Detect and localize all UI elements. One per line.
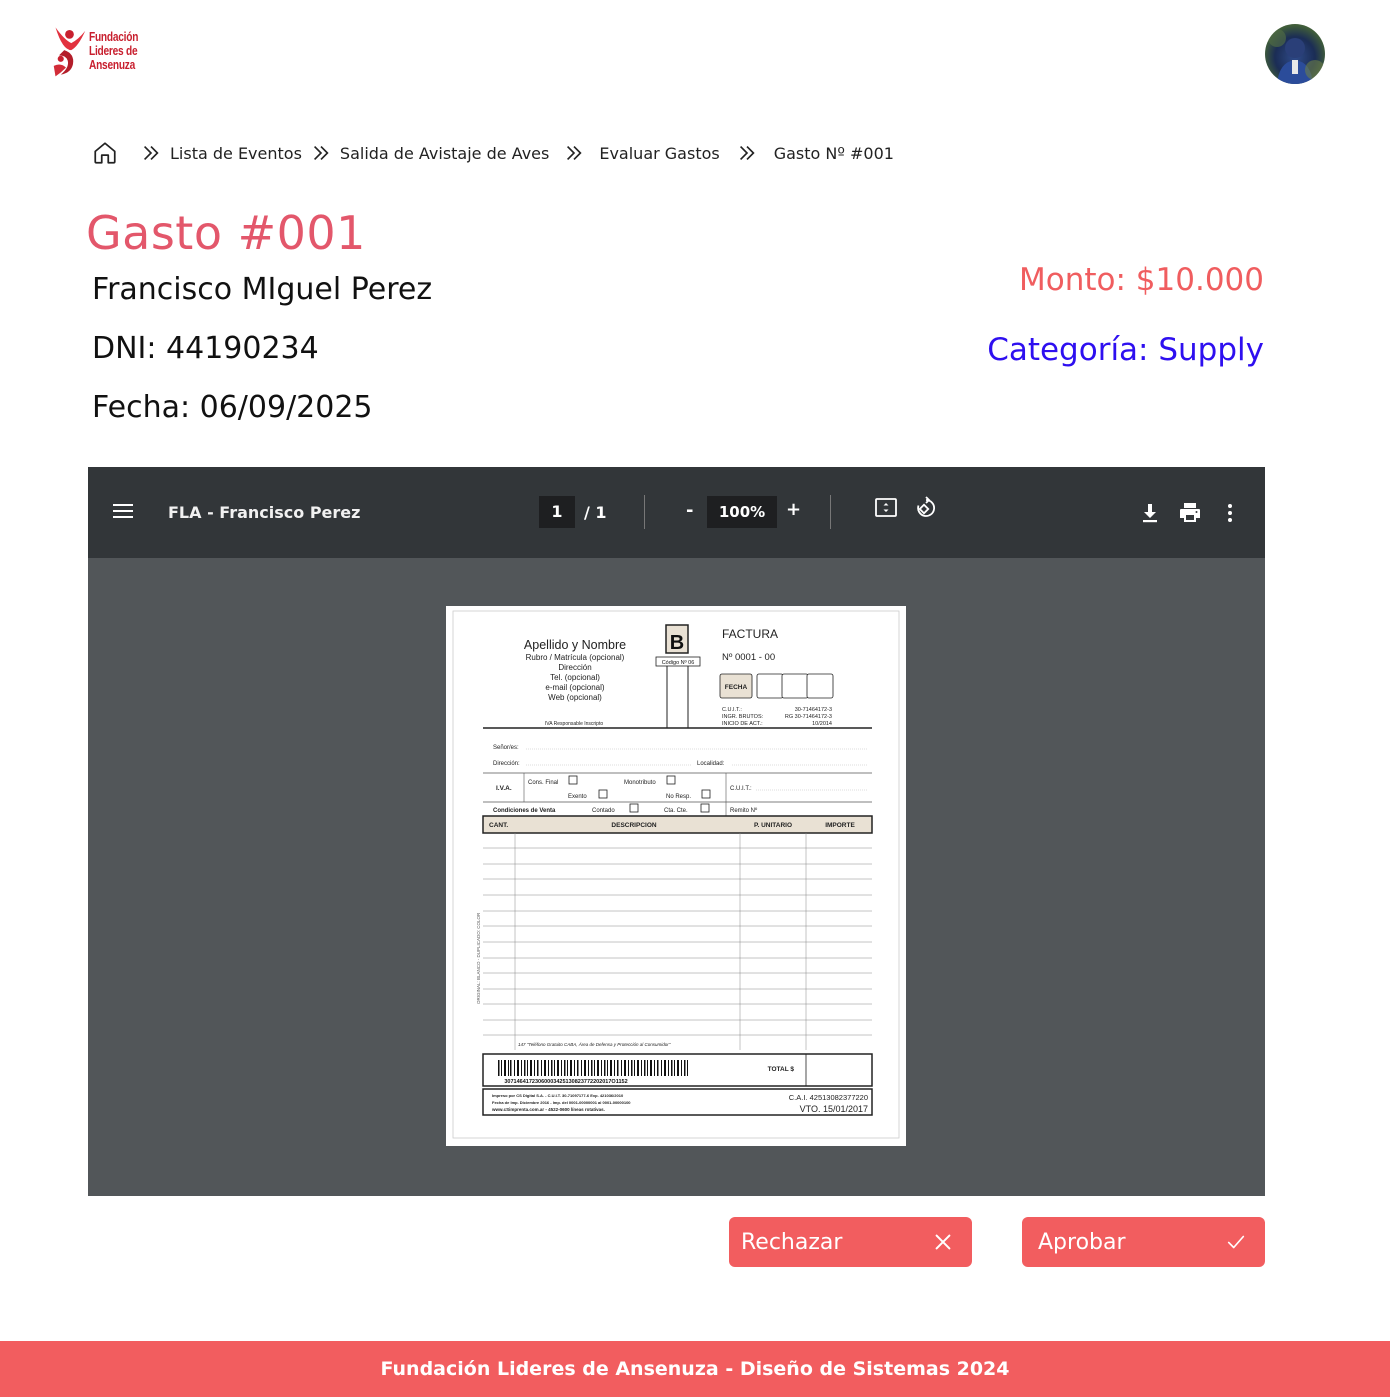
invoice-no-resp: No Resp. — [666, 794, 691, 800]
invoice-tel: Tel. (opcional) — [550, 673, 600, 682]
invoice-document: Apellido y Nombre Rubro / Matrícula (opc… — [452, 610, 900, 1139]
download-icon[interactable] — [1138, 501, 1162, 525]
invoice-col-desc: DESCRIPCION — [611, 822, 656, 829]
invoice-cons-final: Cons. Final — [528, 780, 558, 786]
invoice-direccion: Dirección — [558, 663, 591, 672]
breadcrumb: Lista de Eventos Salida de Avistaje de A… — [92, 138, 894, 168]
logo-figure-icon — [53, 27, 86, 77]
invoice-total: TOTAL $ — [768, 1066, 795, 1073]
breadcrumb-event-list[interactable]: Lista de Eventos — [170, 144, 302, 163]
rotate-icon[interactable] — [914, 496, 938, 520]
logo-text: Fundación Lideres de Ansenuza — [89, 30, 138, 72]
invoice-exento: Exento — [568, 794, 587, 800]
invoice-impreso-2: Fecha de Imp. Diciembre 2016 - Imp. del … — [492, 1100, 631, 1105]
user-avatar[interactable] — [1265, 24, 1325, 84]
approve-button-label: Aprobar — [1038, 1229, 1126, 1255]
toolbar-divider — [830, 495, 831, 529]
invoice-cuit-label: C.U.I.T.: — [722, 707, 742, 713]
breadcrumb-current-expense: Gasto Nº #001 — [773, 143, 894, 163]
invoice-rubro: Rubro / Matrícula (opcional) — [526, 653, 625, 662]
invoice-monotributo: Monotributo — [624, 780, 656, 786]
hamburger-menu-icon[interactable] — [112, 502, 134, 520]
fit-page-icon[interactable] — [874, 496, 898, 520]
invoice-iva-resp: IVA Responsable Inscripto — [545, 721, 603, 727]
pdf-page: Apellido y Nombre Rubro / Matrícula (opc… — [446, 606, 906, 1146]
logo-line-3: Ansenuza — [88, 57, 136, 72]
expense-amount: Monto: $10.000 — [1019, 262, 1264, 298]
invoice-senores: Señor/es: — [493, 745, 519, 751]
double-chevron-right-icon — [313, 145, 329, 161]
foundation-logo[interactable]: Fundación Lideres de Ansenuza — [52, 18, 152, 84]
approve-button[interactable]: Aprobar — [1022, 1217, 1265, 1267]
print-icon[interactable] — [1178, 501, 1202, 525]
invoice-codigo: Código Nº 06 — [662, 659, 695, 666]
pdf-file-title: FLA - Francisco Perez — [168, 503, 361, 522]
zoom-out-button[interactable]: - — [686, 500, 693, 521]
expense-date: Fecha: 06/09/2025 — [92, 390, 373, 425]
invoice-cuit2: C.U.I.T.: — [730, 786, 752, 792]
invoice-factura: FACTURA — [722, 627, 778, 641]
avatar-photo-icon — [1268, 29, 1325, 84]
invoice-cuit-value: 30-71464172-3 — [795, 707, 832, 713]
double-chevron-right-icon — [739, 145, 755, 161]
invoice-col-cant: CANT. — [489, 822, 508, 829]
logo-line-2: Lideres de — [88, 43, 138, 58]
invoice-inicio-value: 10/2014 — [812, 721, 832, 727]
invoice-cta-cte: Cta. Cte. — [664, 808, 688, 814]
page-title: Gasto #001 — [86, 206, 366, 260]
invoice-vto: VTO. 15/01/2017 — [800, 1104, 868, 1114]
more-vertical-icon[interactable] — [1218, 501, 1242, 525]
invoice-fecha-label: FECHA — [725, 684, 748, 691]
invoice-email: e-mail (opcional) — [545, 683, 604, 692]
zoom-in-button[interactable]: + — [786, 499, 801, 520]
invoice-cai: C.A.I. 42513082377220 — [789, 1093, 868, 1102]
invoice-ingr-label: INGR. BRUTOS: — [722, 714, 764, 720]
invoice-direccion2: Dirección: — [493, 761, 520, 767]
home-icon[interactable] — [92, 140, 118, 166]
check-icon — [1227, 1235, 1245, 1249]
invoice-letter: B — [670, 632, 684, 654]
invoice-inicio-label: INICIO DE ACT.: — [722, 721, 763, 727]
page-footer: Fundación Lideres de Ansenuza - Diseño d… — [0, 1341, 1390, 1397]
breadcrumb-evaluate-expenses[interactable]: Evaluar Gastos — [599, 144, 719, 163]
page-total: / 1 — [584, 503, 607, 522]
toolbar-divider — [644, 495, 645, 529]
zoom-level-input[interactable]: 100% — [707, 496, 777, 528]
invoice-impreso-3: www.cSimprenta.com.ar - 4522-0600 líneas… — [491, 1107, 605, 1112]
invoice-phone-note: 147 "Teléfono Gratuito CABA, Área de Def… — [518, 1041, 671, 1047]
invoice-name-label: Apellido y Nombre — [524, 638, 626, 652]
invoice-col-importe: IMPORTE — [825, 822, 855, 829]
invoice-web: Web (opcional) — [548, 693, 602, 702]
pdf-toolbar: FLA - Francisco Perez 1 / 1 - 100% + — [88, 467, 1265, 558]
invoice-iva: I.V.A. — [496, 785, 512, 792]
expense-owner-name: Francisco MIguel Perez — [92, 272, 433, 307]
invoice-col-unit: P. UNITARIO — [754, 822, 792, 829]
invoice-numero: Nº 0001 - 00 — [722, 652, 775, 663]
invoice-remito: Remito Nº — [730, 807, 758, 814]
reject-button-label: Rechazar — [741, 1229, 843, 1255]
double-chevron-right-icon — [143, 145, 159, 161]
reject-button[interactable]: Rechazar — [729, 1217, 972, 1267]
barcode-number: 30714641723060003425130823772202017O1152 — [504, 1079, 627, 1085]
invoice-ingr-value: RG 30-71464172-3 — [785, 714, 832, 720]
close-icon — [935, 1234, 951, 1250]
expense-category: Categoría: Supply — [987, 332, 1264, 368]
double-chevron-right-icon — [567, 145, 582, 161]
invoice-table-lines — [483, 833, 872, 1050]
invoice-contado: Contado — [592, 808, 615, 814]
invoice-impreso-1: Impreso por CS Digital S.A. - C.U.I.T. 3… — [492, 1093, 624, 1098]
logo-line-1: Fundación — [88, 29, 139, 44]
breadcrumb-event[interactable]: Salida de Avistaje de Aves — [340, 144, 549, 163]
expense-dni: DNI: 44190234 — [92, 331, 319, 366]
pdf-viewer[interactable]: FLA - Francisco Perez 1 / 1 - 100% + Ape… — [88, 467, 1265, 1196]
page-number-input[interactable]: 1 — [539, 496, 575, 528]
invoice-cond-venta: Condiciones de Venta — [493, 808, 556, 814]
invoice-side-text: ORIGINAL: BLANCO - DUPLICADO: COLOR — [476, 912, 481, 1004]
invoice-localidad: Localidad: — [697, 761, 725, 767]
